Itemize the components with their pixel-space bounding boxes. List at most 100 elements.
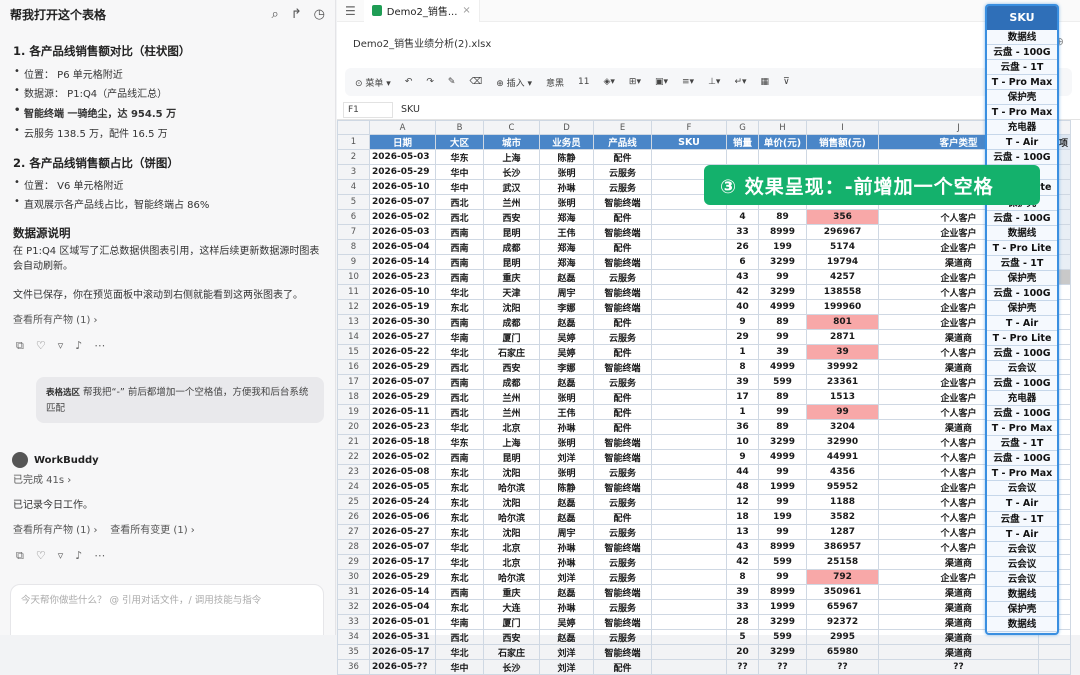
table-cell[interactable]: 张明 — [539, 434, 594, 450]
table-cell[interactable]: 东北 — [435, 569, 484, 585]
table-cell[interactable]: 2871 — [806, 329, 879, 345]
table-cell[interactable]: 3299 — [758, 254, 807, 270]
table-cell[interactable] — [651, 344, 727, 360]
table-cell[interactable]: 智能终端 — [593, 614, 652, 630]
table-cell[interactable]: 华中 — [435, 164, 484, 180]
table-cell[interactable]: 智能终端 — [593, 644, 652, 660]
table-cell[interactable]: 2026-05-02 — [369, 209, 436, 225]
table-cell[interactable]: 李娜 — [539, 299, 594, 315]
table-cell[interactable]: 陈静 — [539, 149, 594, 165]
row-number[interactable]: 22 — [337, 449, 370, 465]
table-cell[interactable]: 赵磊 — [539, 269, 594, 285]
table-cell[interactable]: 哈尔滨 — [483, 509, 540, 525]
sku-cell[interactable]: T - Pro Lite — [987, 240, 1057, 256]
more-icon[interactable]: ⋯ — [94, 339, 105, 353]
table-cell[interactable]: 刘洋 — [539, 659, 594, 675]
row-number[interactable]: 31 — [337, 584, 370, 600]
table-cell[interactable]: 王伟 — [539, 404, 594, 420]
table-cell[interactable]: 33 — [726, 599, 759, 615]
table-cell[interactable]: 华南 — [435, 329, 484, 345]
table-cell[interactable]: 25158 — [806, 554, 879, 570]
table-cell[interactable]: 西南 — [435, 239, 484, 255]
table-cell[interactable]: 33 — [726, 224, 759, 240]
file-tab[interactable]: Demo2_销售... × — [363, 0, 480, 22]
table-cell[interactable]: 2026-05-23 — [369, 269, 436, 285]
table-cell[interactable]: 西北 — [435, 404, 484, 420]
row-number[interactable]: 30 — [337, 569, 370, 585]
table-cell[interactable]: 599 — [758, 629, 807, 645]
sku-cell[interactable]: 云会议 — [987, 361, 1057, 377]
table-cell[interactable] — [651, 299, 727, 315]
table-cell[interactable]: 89 — [758, 389, 807, 405]
table-cell[interactable]: 39 — [758, 344, 807, 360]
table-cell[interactable]: 吴婷 — [539, 614, 594, 630]
table-cell[interactable]: 赵磊 — [539, 494, 594, 510]
table-cell[interactable]: 郑海 — [539, 209, 594, 225]
table-cell[interactable] — [651, 209, 727, 225]
row-number[interactable]: 34 — [337, 629, 370, 645]
view-all-changes-link[interactable]: 查看所有变更 (1) › — [110, 525, 195, 536]
table-cell[interactable] — [651, 524, 727, 540]
table-cell[interactable]: 成都 — [483, 374, 540, 390]
table-cell[interactable]: 2026-05-14 — [369, 254, 436, 270]
table-cell[interactable]: 西南 — [435, 584, 484, 600]
table-cell[interactable]: 2026-05-04 — [369, 239, 436, 255]
table-cell[interactable]: 西南 — [435, 314, 484, 330]
sku-cell[interactable]: 数据线 — [987, 225, 1057, 241]
table-cell[interactable]: 吴婷 — [539, 329, 594, 345]
redo-icon[interactable]: ↷ — [426, 77, 434, 87]
table-cell[interactable]: 18 — [726, 509, 759, 525]
table-cell[interactable]: 赵磊 — [539, 629, 594, 645]
table-cell[interactable]: 智能终端 — [593, 359, 652, 375]
table-cell[interactable]: 2026-05-07 — [369, 374, 436, 390]
table-cell[interactable]: 8 — [726, 359, 759, 375]
table-cell[interactable]: 重庆 — [483, 269, 540, 285]
table-cell[interactable]: 赵磊 — [539, 314, 594, 330]
table-cell[interactable]: 4 — [726, 209, 759, 225]
table-cell[interactable]: 19794 — [806, 254, 879, 270]
table-cell[interactable]: 华东 — [435, 434, 484, 450]
undo-icon[interactable]: ↶ — [405, 77, 413, 87]
table-cell[interactable] — [1037, 659, 1072, 675]
sku-cell[interactable]: 保护壳 — [987, 601, 1057, 617]
table-cell[interactable]: 孙琳 — [539, 419, 594, 435]
table-cell[interactable]: 3299 — [758, 644, 807, 660]
row-number[interactable]: 19 — [337, 404, 370, 420]
table-cell[interactable]: 65967 — [806, 599, 879, 615]
column-header[interactable]: I — [806, 120, 879, 135]
table-cell[interactable] — [651, 464, 727, 480]
table-cell[interactable]: 华中 — [435, 659, 484, 675]
insert-button[interactable]: ⊕ 插入 ▾ — [496, 76, 532, 89]
table-cell[interactable]: 2026-05-22 — [369, 344, 436, 360]
table-cell[interactable] — [651, 584, 727, 600]
table-cell[interactable]: 199 — [758, 239, 807, 255]
table-cell[interactable]: 2026-05-03 — [369, 224, 436, 240]
table-cell[interactable]: ?? — [758, 659, 807, 675]
table-cell[interactable]: 5 — [726, 629, 759, 645]
table-cell[interactable]: 2026-05-24 — [369, 494, 436, 510]
row-number[interactable]: 25 — [337, 494, 370, 510]
share-icon[interactable]: ↱ — [291, 7, 302, 22]
speaker-icon[interactable]: ♪ — [75, 339, 82, 353]
table-cell[interactable]: 3204 — [806, 419, 879, 435]
table-cell[interactable]: 99 — [758, 464, 807, 480]
table-cell[interactable]: 赵磊 — [539, 374, 594, 390]
table-cell[interactable]: 42 — [726, 554, 759, 570]
table-cell[interactable]: 刘洋 — [539, 569, 594, 585]
table-cell[interactable]: 长沙 — [483, 659, 540, 675]
table-cell[interactable]: 89 — [758, 209, 807, 225]
table-icon[interactable]: ▦ — [761, 77, 770, 87]
table-cell[interactable]: 西北 — [435, 359, 484, 375]
sku-cell[interactable]: 数据线 — [987, 616, 1057, 632]
table-cell[interactable]: 2026-05-23 — [369, 419, 436, 435]
table-cell[interactable]: 智能终端 — [593, 584, 652, 600]
table-cell[interactable]: 北京 — [483, 419, 540, 435]
row-number[interactable]: 24 — [337, 479, 370, 495]
table-cell[interactable]: 西南 — [435, 449, 484, 465]
table-cell[interactable]: 陈静 — [539, 479, 594, 495]
table-cell[interactable]: 张明 — [539, 389, 594, 405]
copy-icon[interactable]: ⧉ — [16, 339, 24, 353]
table-cell[interactable]: 西北 — [435, 209, 484, 225]
table-cell[interactable]: 2026-05-10 — [369, 179, 436, 195]
sku-column-highlight[interactable]: SKU 数据线 云盘 - 100G 云盘 - 1T T - Pro Max 保护壳 T -… — [985, 4, 1059, 635]
